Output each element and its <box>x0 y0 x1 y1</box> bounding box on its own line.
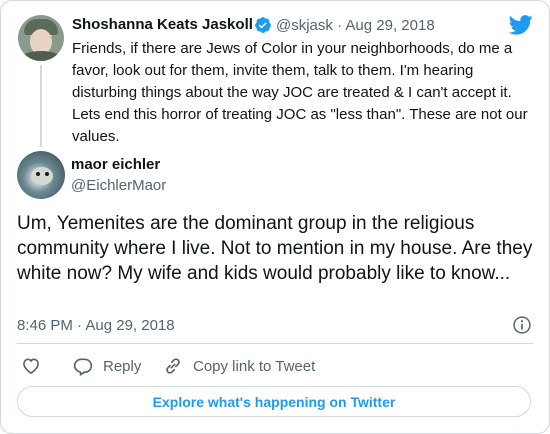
reply-author-handle[interactable]: @EichlerMaor <box>71 177 166 194</box>
thread-connector-line <box>40 65 42 147</box>
parent-tweet-text: Friends, if there are Jews of Color in y… <box>72 40 528 145</box>
reply-label: Reply <box>103 357 142 375</box>
reply-timestamp[interactable]: 8:46 PM · Aug 29, 2018 <box>17 317 175 334</box>
like-action[interactable] <box>21 356 41 376</box>
parent-date[interactable]: Aug 29, 2018 <box>345 17 434 34</box>
reply-action[interactable]: Reply <box>73 356 141 376</box>
reply-icon <box>73 358 93 376</box>
copy-link-label: Copy link to Tweet <box>193 357 316 375</box>
parent-author-name[interactable]: Shoshanna Keats Jaskoll <box>72 16 253 33</box>
reply-avatar[interactable] <box>17 151 65 199</box>
explore-twitter-button[interactable]: Explore what's happening on Twitter <box>17 386 531 417</box>
embedded-tweet-card: Shoshanna Keats Jaskoll @skjask · Aug 29… <box>0 0 550 434</box>
parent-avatar[interactable] <box>18 15 64 61</box>
link-icon <box>166 358 180 374</box>
copy-link-action[interactable]: Copy link to Tweet <box>163 356 315 376</box>
reply-author-name[interactable]: maor eichler <box>71 156 160 173</box>
heart-icon <box>23 358 39 375</box>
parent-meta: @skjask · Aug 29, 2018 <box>276 17 435 34</box>
reply-tweet-text: Um, Yemenites are the dominant group in … <box>17 213 533 284</box>
meta-separator: · <box>337 17 343 34</box>
action-divider <box>17 343 533 344</box>
info-icon[interactable] <box>512 315 532 335</box>
verified-badge-icon <box>255 17 271 33</box>
twitter-bird-icon[interactable] <box>509 15 533 35</box>
parent-handle[interactable]: @skjask <box>276 17 333 34</box>
